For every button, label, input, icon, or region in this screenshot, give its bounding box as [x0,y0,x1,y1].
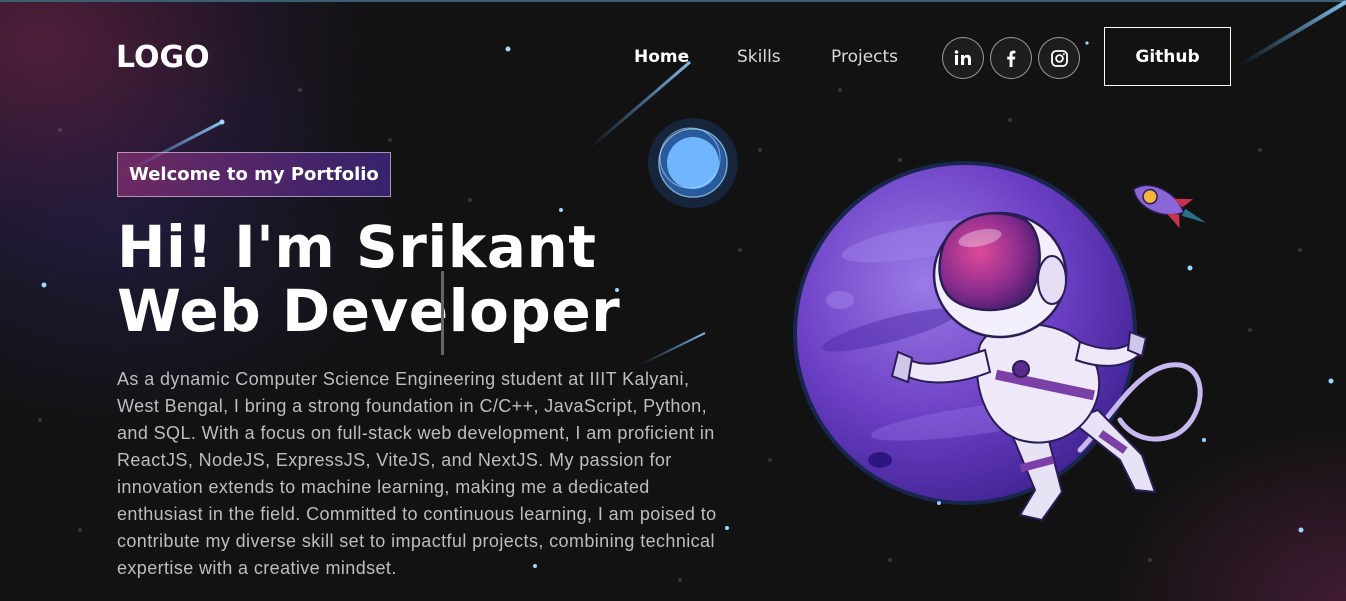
nav-link-projects[interactable]: Projects [831,47,898,67]
facebook-button[interactable] [990,37,1032,79]
instagram-button[interactable] [1038,37,1080,79]
typing-cursor [441,271,444,355]
logo[interactable]: LOGO [116,40,210,75]
hero-description: As a dynamic Computer Science Engineerin… [117,369,717,578]
github-button[interactable]: Github [1104,27,1231,86]
rocket [1132,184,1207,229]
linkedin-icon [954,50,972,66]
astronaut-illustration [793,161,1207,522]
facebook-icon [1006,50,1016,67]
hero-headline: Hi! I'm Srikant Web Developer [117,213,621,345]
nav-link-skills[interactable]: Skills [737,47,781,67]
linkedin-button[interactable] [942,37,984,79]
glowing-orb [648,118,738,208]
welcome-tagline: Welcome to my Portfolio [117,152,391,197]
planet [793,161,1137,505]
instagram-icon [1050,49,1068,67]
nav-link-home[interactable]: Home [634,47,689,67]
